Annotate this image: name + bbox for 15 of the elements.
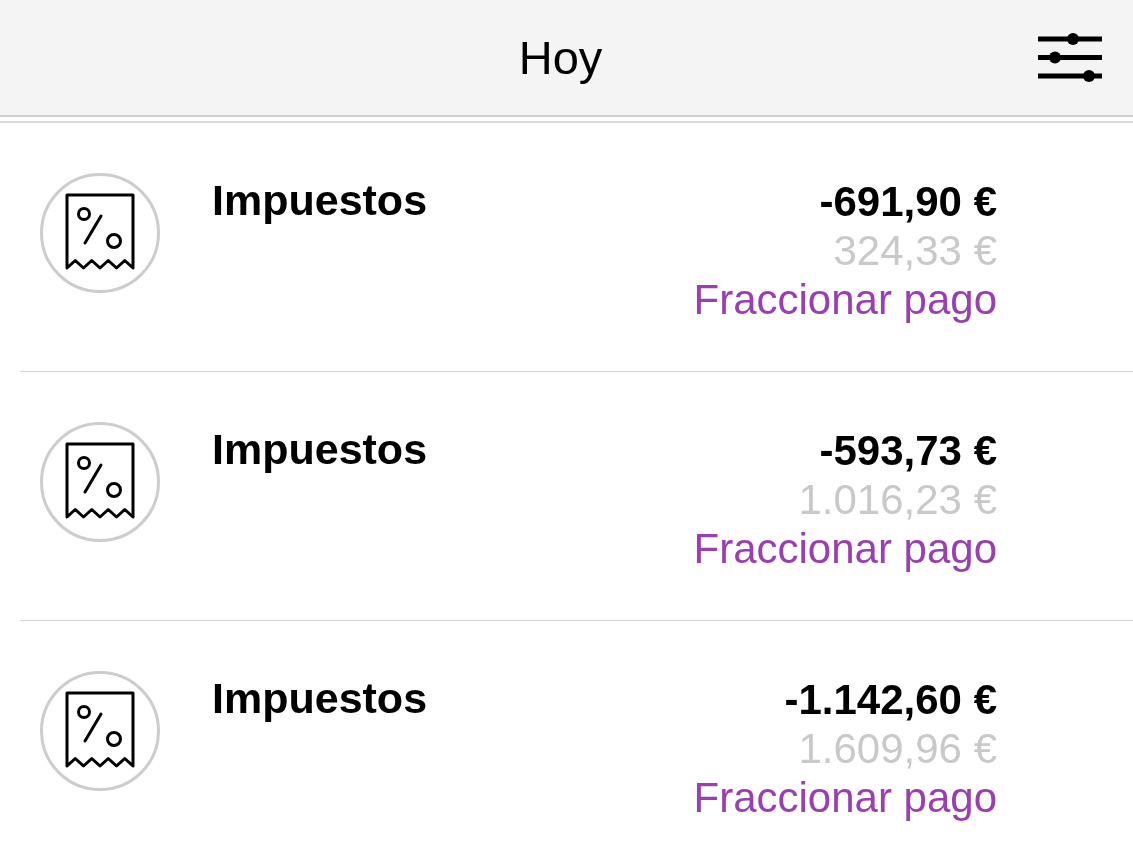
- transaction-amount: -1.142,60 €: [784, 675, 997, 724]
- split-payment-link[interactable]: Fraccionar pago: [693, 275, 997, 324]
- tax-receipt-icon: [40, 671, 160, 791]
- tax-receipt-icon: [40, 173, 160, 293]
- filter-button[interactable]: [1038, 32, 1102, 83]
- screen-title: Hoy: [518, 29, 603, 86]
- split-payment-link[interactable]: Fraccionar pago: [693, 524, 997, 573]
- transaction-amount: -593,73 €: [819, 426, 997, 475]
- transaction-amount: -691,90 €: [819, 177, 997, 226]
- split-payment-link[interactable]: Fraccionar pago: [693, 773, 997, 822]
- filter-sliders-icon: [1038, 32, 1102, 83]
- tax-receipt-icon: [40, 422, 160, 542]
- transaction-title: Impuestos: [212, 673, 428, 723]
- transaction-title: Impuestos: [212, 424, 428, 474]
- transaction-title: Impuestos: [212, 175, 428, 225]
